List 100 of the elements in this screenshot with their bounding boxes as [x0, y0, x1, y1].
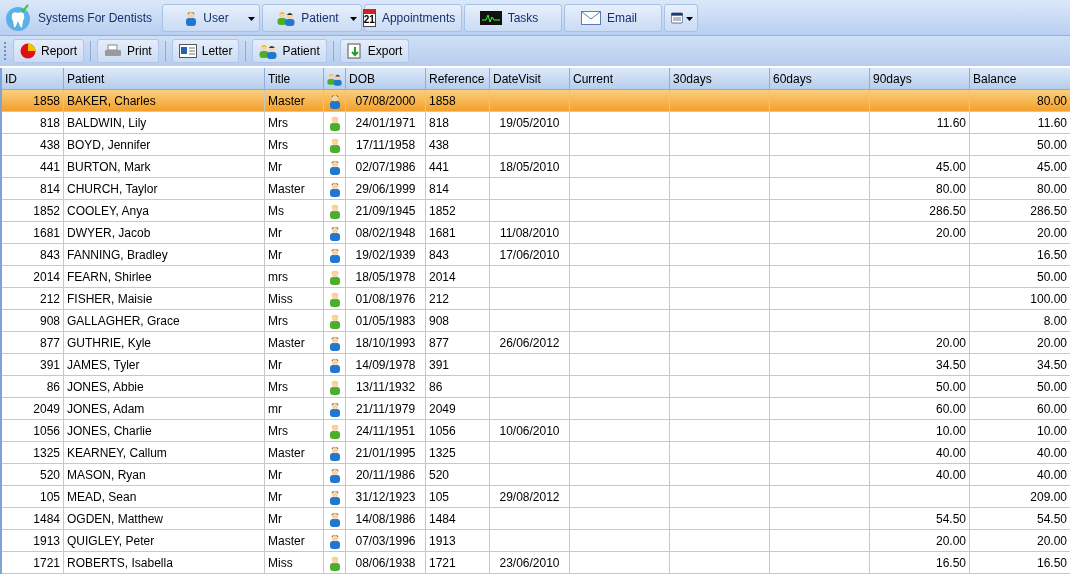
table-cell: 1721 [2, 552, 64, 574]
person-icon [328, 290, 341, 307]
table-cell: 2014 [2, 266, 64, 288]
nav-button[interactable]: Email [564, 3, 663, 32]
table-cell: Mrs [265, 310, 324, 332]
table-cell: Miss [265, 552, 324, 574]
column-header[interactable]: Reference [426, 68, 490, 90]
table-cell: 29/06/1999 [346, 178, 426, 200]
table-cell: Mrs [265, 420, 324, 442]
table-cell: Master [265, 332, 324, 354]
table-cell: COOLEY, Anya [64, 200, 265, 222]
column-header[interactable]: Balance [970, 68, 1070, 90]
table-cell: Mrs [265, 112, 324, 134]
table-cell: 2049 [2, 398, 64, 420]
person-icon [328, 422, 341, 439]
table-cell: 1858 [426, 90, 490, 112]
pie-chart-icon [20, 43, 36, 59]
toolbar-button[interactable]: Export [339, 39, 410, 63]
table-cell: GALLAGHER, Grace [64, 310, 265, 332]
table-cell: DWYER, Jacob [64, 222, 265, 244]
table-cell: 908 [426, 310, 490, 332]
column-header[interactable]: 60days [770, 68, 870, 90]
table-cell: 908 [2, 310, 64, 332]
nav-button[interactable]: User [162, 3, 261, 32]
table-cell: Miss [265, 288, 324, 310]
monitor-icon [479, 10, 502, 25]
table-cell: 1913 [426, 530, 490, 552]
table-cell: 34.50 [870, 354, 970, 376]
toolbar-button[interactable]: Patient [252, 39, 327, 63]
column-header[interactable]: DateVisit [490, 68, 570, 90]
table-cell: FISHER, Maisie [64, 288, 265, 310]
column-header[interactable]: DOB [346, 68, 426, 90]
table-cell: 18/10/1993 [346, 332, 426, 354]
table-cell: 438 [2, 134, 64, 156]
nav-button[interactable]: 21 Appointments [364, 3, 463, 32]
nav-button[interactable]: Patient [262, 3, 363, 32]
view-menu-button[interactable] [664, 3, 699, 32]
app-title: Systems For Dentists [38, 10, 153, 25]
table-cell: 1484 [2, 508, 64, 530]
toolbar-grip-icon[interactable] [4, 41, 7, 61]
person-icon [328, 268, 341, 285]
table-cell: 14/09/1978 [346, 354, 426, 376]
person-icon [328, 158, 341, 175]
person-icon [328, 92, 341, 109]
table-cell: 877 [426, 332, 490, 354]
table-cell: CHURCH, Taylor [64, 178, 265, 200]
toolbar-button[interactable]: Letter [171, 39, 240, 63]
printer-icon [104, 44, 123, 58]
table-cell: 1852 [426, 200, 490, 222]
column-header[interactable]: 90days [870, 68, 970, 90]
table-cell: 1056 [426, 420, 490, 442]
table-cell: Mr [265, 508, 324, 530]
person-icon [328, 246, 341, 263]
table-cell: 54.50 [870, 508, 970, 530]
nav-button[interactable]: Tasks [464, 3, 563, 32]
table-cell: 10.00 [870, 420, 970, 442]
table-cell: 438 [426, 134, 490, 156]
table-cell: 16.50 [870, 552, 970, 574]
table-cell: 21/01/1995 [346, 442, 426, 464]
column-header[interactable]: ID [2, 68, 64, 90]
table-cell: 17/11/1958 [346, 134, 426, 156]
table-cell: Mr [265, 156, 324, 178]
table-cell: 1858 [2, 90, 64, 112]
table-cell: Mr [265, 464, 324, 486]
table-cell: JAMES, Tyler [64, 354, 265, 376]
table-cell: 391 [426, 354, 490, 376]
letter-icon [178, 44, 197, 58]
table-cell: 441 [2, 156, 64, 178]
column-header[interactable]: Title [265, 68, 324, 90]
window-icon [671, 9, 684, 26]
table-cell: mrs [265, 266, 324, 288]
table-cell: 21/11/1979 [346, 398, 426, 420]
column-header[interactable]: Patient [64, 68, 265, 90]
person-icon [328, 356, 341, 373]
toolbar-button[interactable]: Print [97, 39, 159, 63]
table-cell: 1721 [426, 552, 490, 574]
person-icon [328, 224, 341, 241]
table-cell: 520 [2, 464, 64, 486]
person-icon [185, 9, 198, 26]
table-cell: 212 [426, 288, 490, 310]
table-cell: 20.00 [870, 222, 970, 244]
people-icon [277, 9, 296, 26]
table-cell: 02/07/1986 [346, 156, 426, 178]
export-icon [346, 43, 363, 59]
column-header[interactable] [324, 68, 346, 90]
table-cell: 818 [2, 112, 64, 134]
column-header[interactable]: 30days [670, 68, 770, 90]
table-cell: Ms [265, 200, 324, 222]
table-cell: 1056 [2, 420, 64, 442]
person-icon [328, 554, 341, 571]
table-cell: 105 [426, 486, 490, 508]
table-cell: 11/08/2010 [490, 222, 570, 244]
column-header[interactable]: Current [570, 68, 670, 90]
toolbar-button[interactable]: Report [13, 39, 85, 63]
table-cell: 20.00 [870, 530, 970, 552]
table-cell: 18/05/1978 [346, 266, 426, 288]
table-cell: 20.00 [870, 332, 970, 354]
person-icon [328, 532, 341, 549]
table-cell: 286.50 [870, 200, 970, 222]
table-cell: 2049 [426, 398, 490, 420]
